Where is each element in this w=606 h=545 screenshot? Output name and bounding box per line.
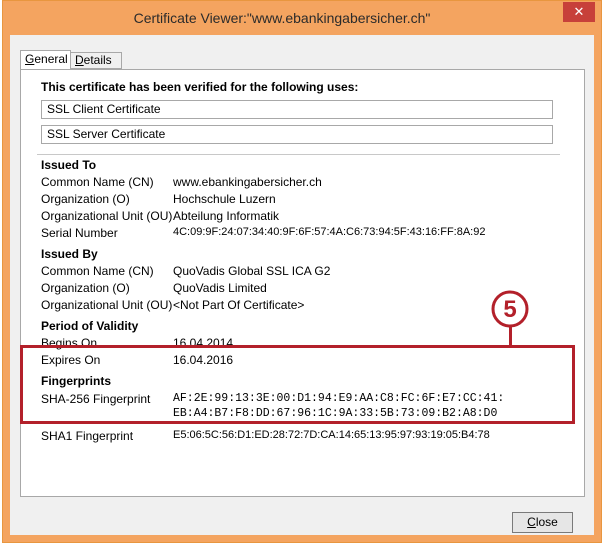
issued-by-heading: Issued By — [41, 247, 98, 261]
serial-number-value: 4C:09:9F:24:07:34:40:9F:6F:57:4A:C6:73:9… — [173, 226, 486, 238]
issued-by-ou-label: Organizational Unit (OU) — [41, 298, 173, 312]
issued-by-cn-label: Common Name (CN) — [41, 264, 154, 278]
verified-heading: This certificate has been verified for t… — [41, 80, 359, 94]
tab-general-label: eneral — [34, 52, 68, 66]
dialog-client-area: General Details This certificate has bee… — [10, 35, 594, 535]
close-button[interactable]: Close — [512, 512, 573, 533]
issued-by-ou-value: <Not Part Of Certificate> — [173, 298, 305, 312]
tab-details-label: etails — [83, 53, 112, 67]
serial-number-label: Serial Number — [41, 226, 118, 240]
use-ssl-client: SSL Client Certificate — [41, 100, 553, 119]
issued-to-cn-label: Common Name (CN) — [41, 175, 154, 189]
issued-to-cn-value: www.ebankingabersicher.ch — [173, 175, 322, 189]
window-title: Certificate Viewer:"www.ebankingabersich… — [133, 10, 431, 26]
callout-connector — [509, 327, 512, 345]
issued-to-o-label: Organization (O) — [41, 192, 130, 206]
callout-number: 5 — [503, 296, 516, 323]
use-ssl-server: SSL Server Certificate — [41, 125, 553, 144]
callout-badge: 5 — [491, 290, 529, 328]
issued-to-heading: Issued To — [41, 158, 97, 172]
issued-by-cn-value: QuoVadis Global SSL ICA G2 — [173, 264, 331, 278]
close-button-label: lose — [535, 515, 558, 529]
tab-general[interactable]: General — [20, 50, 71, 70]
fingerprints-highlight-box — [20, 345, 575, 424]
tab-details[interactable]: Details — [70, 52, 122, 69]
issued-by-o-value: QuoVadis Limited — [173, 281, 267, 295]
window-close-icon[interactable]: ✕ — [563, 2, 595, 22]
title-bar[interactable]: Certificate Viewer:"www.ebankingabersich… — [3, 1, 601, 35]
validity-heading: Period of Validity — [41, 319, 139, 333]
certificate-viewer-window: Certificate Viewer:"www.ebankingabersich… — [2, 0, 602, 543]
issued-to-ou-label: Organizational Unit (OU) — [41, 209, 173, 223]
sha1-value: E5:06:5C:56:D1:ED:28:72:7D:CA:14:65:13:9… — [173, 429, 490, 441]
issued-to-ou-value: Abteilung Informatik — [173, 209, 280, 223]
general-panel: This certificate has been verified for t… — [20, 69, 585, 497]
issued-by-o-label: Organization (O) — [41, 281, 130, 295]
issued-to-o-value: Hochschule Luzern — [173, 192, 276, 206]
sha1-label: SHA1 Fingerprint — [41, 429, 134, 443]
separator — [37, 154, 560, 155]
